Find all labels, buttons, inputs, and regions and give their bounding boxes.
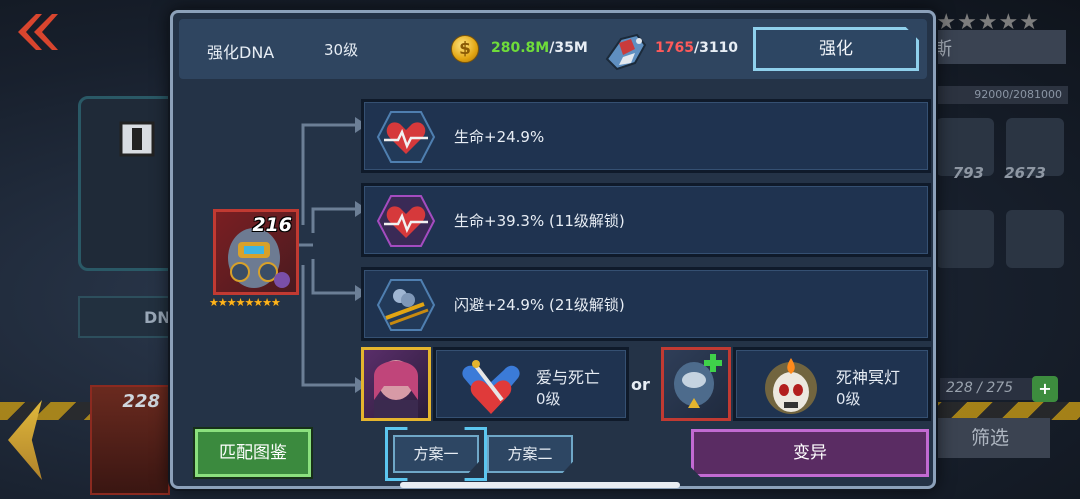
material-cost: 1765/3110 xyxy=(655,40,738,56)
back-button[interactable] xyxy=(14,12,64,52)
mutate-button[interactable]: 变异 xyxy=(691,429,929,477)
gauntlet-material-icon xyxy=(605,33,647,71)
hero-portrait-icon xyxy=(674,354,722,408)
plan-two-button[interactable]: 方案二 xyxy=(487,435,573,473)
bonus-text: 闪避+24.9% (21级解锁) xyxy=(454,296,625,314)
bg-unknown-slot[interactable] xyxy=(1006,210,1064,268)
combo-item-panel-right[interactable]: 死神冥灯 0级 xyxy=(733,347,931,421)
combo-name: 爱与死亡 xyxy=(536,368,601,387)
combo-level: 0级 xyxy=(836,390,861,408)
coin-current: 280.8M xyxy=(491,40,550,56)
bg-dna-tab[interactable]: DN xyxy=(78,296,178,338)
bonus-row: 生命+39.3% (11级解锁) xyxy=(361,183,931,257)
enhance-button[interactable]: 强化 xyxy=(753,27,919,71)
heart-pulse-icon xyxy=(376,195,436,247)
dna-enhance-dialog: 强化DNA 30级 $ 280.8M/35M 1765/3110 强化 216 … xyxy=(170,10,936,489)
combo-level: 0级 xyxy=(536,390,561,408)
hero-portrait-icon xyxy=(374,360,418,418)
bg-item-count: 793 xyxy=(952,164,984,182)
bg-exp-bar: 92000/2081000 xyxy=(928,86,1068,104)
match-atlas-button[interactable]: 匹配图鉴 xyxy=(195,429,311,477)
bg-add-button[interactable]: + xyxy=(1032,376,1058,402)
combo-name: 死神冥灯 xyxy=(836,368,901,387)
material-current: 1765 xyxy=(655,40,694,56)
coin-required: /35M xyxy=(549,40,588,56)
combo-hero-card-left[interactable] xyxy=(361,347,431,421)
hero-stars: ★★★★★★★★ xyxy=(209,296,281,309)
bonus-text: 生命+39.3% (11级解锁) xyxy=(454,212,625,230)
skull-lantern-icon xyxy=(765,358,817,414)
coin-cost: 280.8M/35M xyxy=(491,40,588,56)
bottle-icon xyxy=(119,121,155,157)
home-indicator xyxy=(400,482,680,488)
coin-icon: $ xyxy=(451,35,479,63)
or-label: or xyxy=(631,375,650,394)
combo-hero-card-right[interactable] xyxy=(661,347,731,421)
bg-item-count: 2673 xyxy=(1004,164,1046,182)
dodge-icon xyxy=(376,279,436,331)
filter-button[interactable]: 筛选 xyxy=(930,418,1050,458)
material-required: /3110 xyxy=(693,40,739,56)
combo-item-panel-left[interactable]: 爱与死亡 0级 xyxy=(433,347,629,421)
hero-portrait-card[interactable]: 216 xyxy=(213,209,299,295)
bonus-row: 闪避+24.9% (21级解锁) xyxy=(361,267,931,341)
double-chevron-left-icon xyxy=(18,14,58,50)
bonus-row: 生命+24.9% xyxy=(361,99,931,173)
bg-left-panel xyxy=(78,96,178,271)
plan-one-button[interactable]: 方案一 xyxy=(393,435,479,473)
bg-hero-card[interactable]: 228 xyxy=(90,385,170,495)
heart-dagger-icon xyxy=(462,360,520,414)
bonus-text: 生命+24.9% xyxy=(454,128,545,146)
bg-card-level: 228 xyxy=(122,391,160,412)
heart-pulse-icon xyxy=(376,111,436,163)
bg-item-slot[interactable] xyxy=(936,210,994,268)
hero-level: 216 xyxy=(252,214,292,236)
